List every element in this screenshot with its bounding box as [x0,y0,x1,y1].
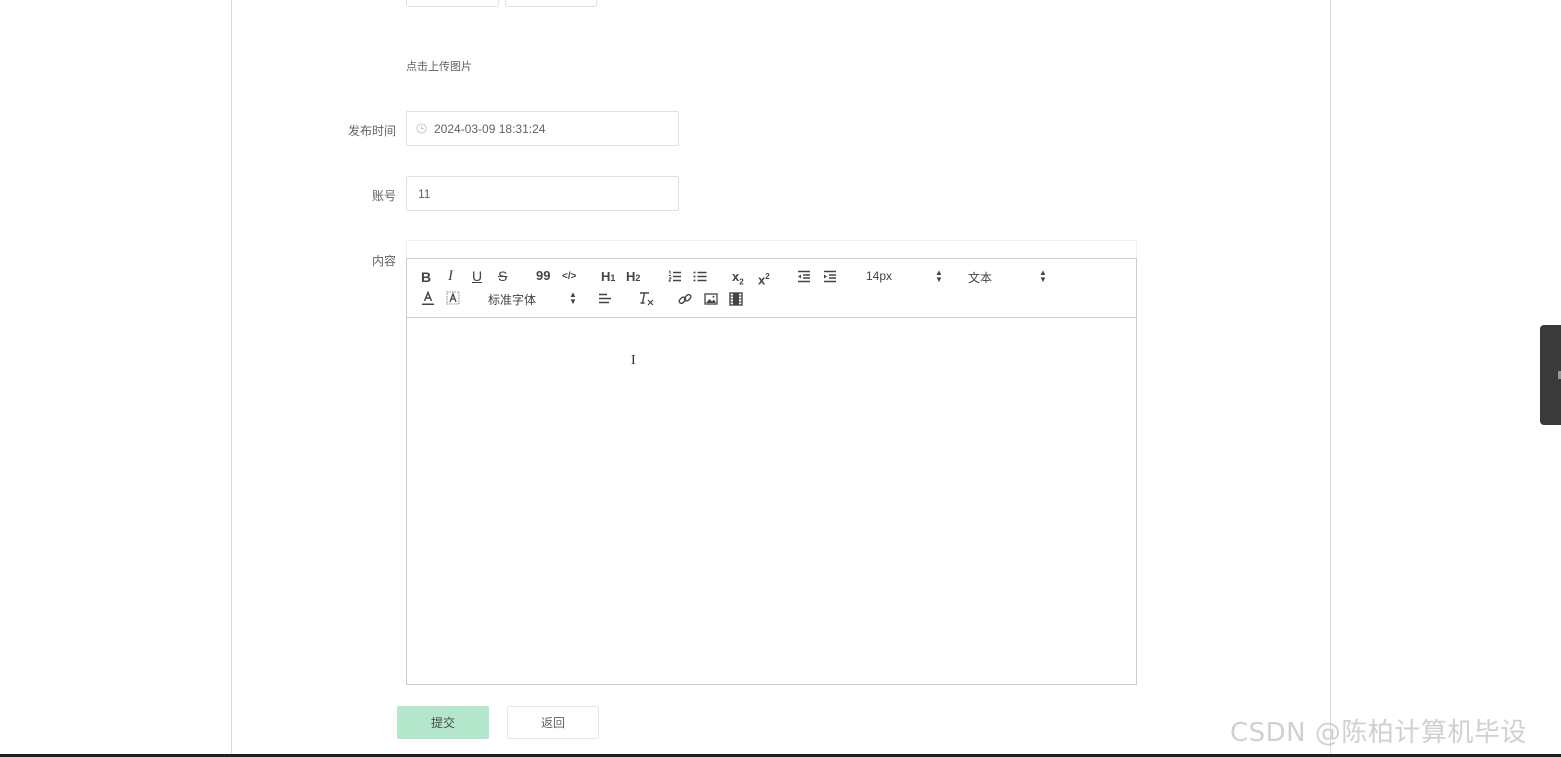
h1-letter: H [601,269,611,284]
submit-button[interactable]: 提交 [397,706,489,739]
h1-button[interactable]: H1 [601,269,615,286]
font-color-icon[interactable] [421,291,435,306]
outdent-icon[interactable] [797,270,811,283]
font-size-picker[interactable]: 14px ▲ ▼ [866,269,944,285]
account-input[interactable] [418,177,673,210]
font-size-arrows-icon: ▲ ▼ [935,268,943,284]
h2-letter: H [626,269,636,284]
align-icon[interactable] [598,293,612,305]
publish-time-label: 发布时间 [347,124,396,138]
account-field[interactable] [406,176,679,211]
header-picker[interactable]: 文本 ▲ ▼ [968,268,1048,286]
upload-hint: 点击上传图片 [406,61,472,73]
clock-icon [416,123,427,134]
back-button[interactable]: 返回 [507,706,599,739]
publish-time-field[interactable] [406,111,679,146]
panel-right-border [1330,0,1331,757]
image-thumbnail[interactable] [406,0,499,7]
font-family-arrows-icon: ▲ ▼ [569,290,577,306]
editor-toolbar: B I U S 99 </> H1 H2 x2 x2 14px ▲ ▼ 文本 ▲ ▼… [406,258,1137,318]
image-upload-button[interactable] [505,0,597,7]
watermark: CSDN @陈柏计算机毕设 [1230,718,1527,748]
ordered-list-icon[interactable] [668,270,682,283]
strike-button[interactable]: S [498,268,507,284]
blockquote-button[interactable]: 99 [536,268,550,284]
text-cursor-icon: I [631,353,636,368]
side-drawer-handle[interactable] [1540,325,1561,425]
font-family-value: 标准字体 [488,293,537,307]
superscript-mark: 2 [765,272,770,281]
underline-button[interactable]: U [472,268,482,284]
code-block-button[interactable]: </> [562,269,576,285]
account-label: 账号 [371,189,396,203]
header-value: 文本 [968,271,993,285]
subscript-button[interactable]: x2 [732,269,744,291]
bullet-list-icon[interactable] [693,270,707,283]
image-icon[interactable] [704,293,718,305]
bold-button[interactable]: B [421,269,431,285]
editor-content-area[interactable] [406,317,1137,685]
font-size-value: 14px [866,269,893,283]
indent-icon[interactable] [823,270,837,283]
content-label: 内容 [371,254,396,268]
font-family-picker[interactable]: 标准字体 ▲ ▼ [488,290,578,308]
video-icon[interactable] [729,292,743,306]
italic-button[interactable]: I [448,268,453,284]
background-color-icon[interactable] [446,291,460,306]
h2-level: 2 [635,273,641,283]
h1-level: 1 [610,273,616,283]
subscript-mark: 2 [739,277,744,287]
link-icon[interactable] [678,292,692,306]
publish-time-input[interactable] [434,112,674,145]
editor-top-border [406,240,1137,258]
h2-button[interactable]: H2 [626,269,640,286]
clear-format-icon[interactable] [638,291,654,306]
superscript-button[interactable]: x2 [758,269,770,288]
header-arrows-icon: ▲ ▼ [1039,268,1047,284]
panel-left-border [231,0,232,757]
